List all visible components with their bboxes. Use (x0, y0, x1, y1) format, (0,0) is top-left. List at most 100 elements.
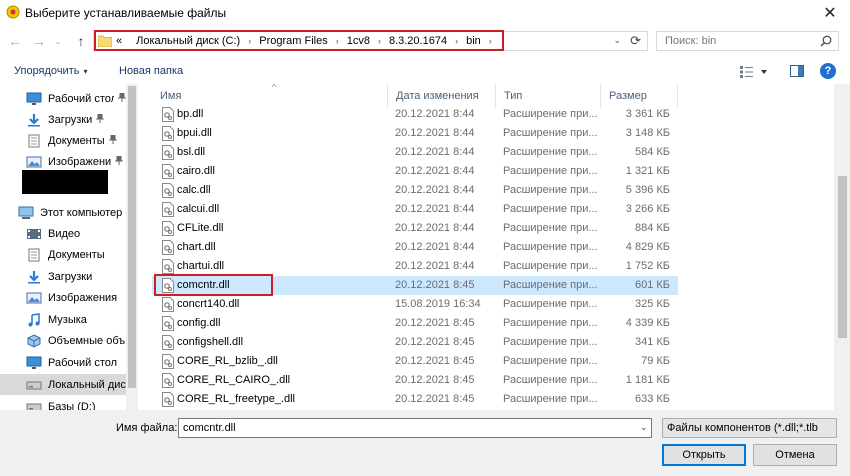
file-name: config.dll (177, 317, 221, 329)
file-row[interactable]: CORE_RL_bzlib_.dll 20.12.2021 8:45 Расшире… (152, 352, 678, 371)
scrollbar-thumb[interactable] (128, 86, 136, 388)
breadcrumb-drive[interactable]: Локальный диск (C:) (136, 35, 240, 47)
search-box[interactable] (656, 31, 839, 51)
sidebar-item[interactable]: Этот компьютер (0, 202, 126, 223)
column-name-label: Имя (160, 90, 182, 102)
breadcrumb-overflow[interactable]: « (116, 35, 122, 47)
sidebar-item-label: Документы (48, 248, 105, 261)
file-row[interactable]: concrt140.dll 15.08.2019 16:34 Расширение … (152, 295, 678, 314)
file-row[interactable]: configshell.dll 20.12.2021 8:45 Расширение… (152, 333, 678, 352)
file-name: CORE_RL_freetype_.dll (177, 393, 296, 405)
navigation-scrollbar[interactable] (126, 84, 138, 410)
breadcrumb-1cv8[interactable]: 1cv8 (347, 35, 370, 47)
breadcrumb-bin[interactable]: bin (466, 35, 481, 47)
documents-icon (26, 134, 42, 148)
column-size-label: Размер (609, 90, 647, 102)
filename-input[interactable] (178, 418, 652, 438)
file-row[interactable]: CORE_RL_CAIRO_.dll 20.12.2021 8:45 Расшире… (152, 371, 678, 390)
file-type-select[interactable]: Файлы компонентов (*.dll;*.tlb (662, 418, 837, 438)
file-row[interactable]: CFLite.dll 20.12.2021 8:44 Расширение при.… (152, 219, 678, 238)
sidebar-item[interactable]: Изображени (0, 151, 126, 172)
file-row[interactable]: config.dll 20.12.2021 8:45 Расширение при.… (152, 314, 678, 333)
sidebar-item[interactable]: Загрузки (0, 109, 126, 130)
sidebar-item[interactable]: Объемные объ (0, 330, 126, 351)
sort-ascending-icon: ^ (272, 84, 277, 92)
scrollbar-thumb[interactable] (838, 176, 847, 338)
sidebar-item[interactable]: Базы (D:) (0, 396, 126, 410)
file-type: Расширение при... (503, 374, 598, 386)
new-folder-button[interactable]: Новая папка (119, 65, 183, 77)
breadcrumb-version[interactable]: 8.3.20.1674 (389, 35, 447, 47)
sidebar-item-label: Этот компьютер (40, 206, 123, 219)
search-input[interactable] (657, 32, 817, 50)
sidebar-item[interactable]: Документы (0, 130, 126, 151)
file-row[interactable]: CORE_RL_freetype_.dll 20.12.2021 8:45 Расш… (152, 390, 678, 409)
chevron-right-icon: › (377, 36, 381, 46)
sidebar-item-label: Загрузки (48, 113, 93, 126)
organize-button[interactable]: Упорядочить ▾ (14, 65, 87, 77)
file-list-scrollbar[interactable] (834, 84, 850, 410)
file-type: Расширение при... (503, 184, 598, 196)
sidebar-item[interactable]: Видео (0, 223, 126, 244)
column-type-label: Тип (504, 90, 523, 102)
forward-arrow-icon[interactable]: → (30, 32, 48, 50)
sidebar-item[interactable]: Изображения (0, 287, 126, 308)
cancel-button[interactable]: Отмена (753, 444, 837, 466)
file-size: 601 КБ (634, 279, 670, 291)
file-row[interactable]: calcui.dll 20.12.2021 8:44 Расширение при.… (152, 200, 678, 219)
desktop-icon (26, 356, 42, 370)
file-type: Расширение при... (503, 317, 598, 329)
sidebar-item[interactable]: Документы (0, 244, 126, 265)
pin-icon (108, 134, 117, 146)
sidebar-item[interactable]: Загрузки (0, 266, 126, 287)
file-list: Имя ^ Дата изменения Тип Размер bp.dll 20… (143, 84, 850, 410)
file-row[interactable]: chartui.dll 20.12.2021 8:44 Расширение при… (152, 257, 678, 276)
preview-pane-icon[interactable] (790, 64, 804, 78)
file-date: 15.08.2019 16:34 (395, 298, 481, 310)
close-button[interactable]: ✕ (810, 0, 850, 26)
back-arrow-icon[interactable]: ← (6, 32, 24, 50)
file-row[interactable]: bp.dll 20.12.2021 8:44 Расширение при... 3 … (152, 105, 678, 124)
file-row[interactable]: bpui.dll 20.12.2021 8:44 Расширение при...… (152, 124, 678, 143)
drive-icon (26, 400, 42, 410)
sidebar-item-label: Базы (D:) (48, 400, 96, 411)
documents-icon (26, 248, 42, 262)
sidebar-item[interactable]: Музыка (0, 309, 126, 330)
file-size: 1 752 КБ (625, 260, 670, 272)
sidebar-item[interactable]: Рабочий стол (0, 88, 126, 109)
address-dropdown-icon[interactable]: ⌄ (613, 35, 621, 46)
pictures-icon (26, 155, 42, 169)
file-row[interactable]: comcntr.dll 20.12.2021 8:45 Расширение при… (152, 276, 678, 295)
open-button[interactable]: Открыть (662, 444, 746, 466)
sidebar-item-label: Документы (48, 134, 105, 147)
command-bar: Упорядочить ▾ Новая папка ? (0, 58, 850, 84)
sidebar-item-label: Рабочий стол (48, 92, 114, 105)
dll-file-icon (162, 183, 174, 198)
help-icon[interactable]: ? (820, 63, 836, 79)
file-type: Расширение при... (503, 260, 598, 272)
view-options-icon[interactable] (740, 65, 768, 79)
file-name: cairo.dll (177, 165, 215, 177)
downloads-icon (26, 113, 42, 127)
sidebar-item[interactable]: Рабочий стол (0, 352, 126, 373)
chevron-right-icon[interactable]: › (489, 36, 492, 46)
file-row[interactable]: chart.dll 20.12.2021 8:44 Расширение при..… (152, 238, 678, 257)
file-date: 20.12.2021 8:44 (395, 203, 475, 215)
file-date: 20.12.2021 8:44 (395, 146, 475, 158)
dialog-footer: Имя файла: ⌄ Файлы компонентов (*.dll;*.… (0, 410, 850, 476)
file-type: Расширение при... (503, 336, 598, 348)
music-icon (26, 312, 42, 327)
file-row[interactable]: bsl.dll 20.12.2021 8:44 Расширение при... 5… (152, 143, 678, 162)
recent-locations-icon[interactable]: ⌄ (52, 32, 64, 50)
breadcrumb-program-files[interactable]: Program Files (259, 35, 327, 47)
address-bar[interactable]: « Локальный диск (C:) › Program Files › … (93, 31, 648, 51)
file-row[interactable]: cairo.dll 20.12.2021 8:44 Расширение при..… (152, 162, 678, 181)
sidebar-item-label: Изображения (48, 291, 118, 304)
up-arrow-icon[interactable]: ↑ (72, 32, 90, 50)
sidebar-item-label: Изображени (48, 155, 112, 168)
refresh-icon[interactable]: ⟳ (630, 33, 641, 49)
filename-dropdown-icon[interactable]: ⌄ (640, 422, 648, 433)
file-row[interactable]: calc.dll 20.12.2021 8:44 Расширение при...… (152, 181, 678, 200)
sidebar-item[interactable]: Локальный дис (0, 374, 126, 395)
pin-icon (114, 155, 124, 167)
